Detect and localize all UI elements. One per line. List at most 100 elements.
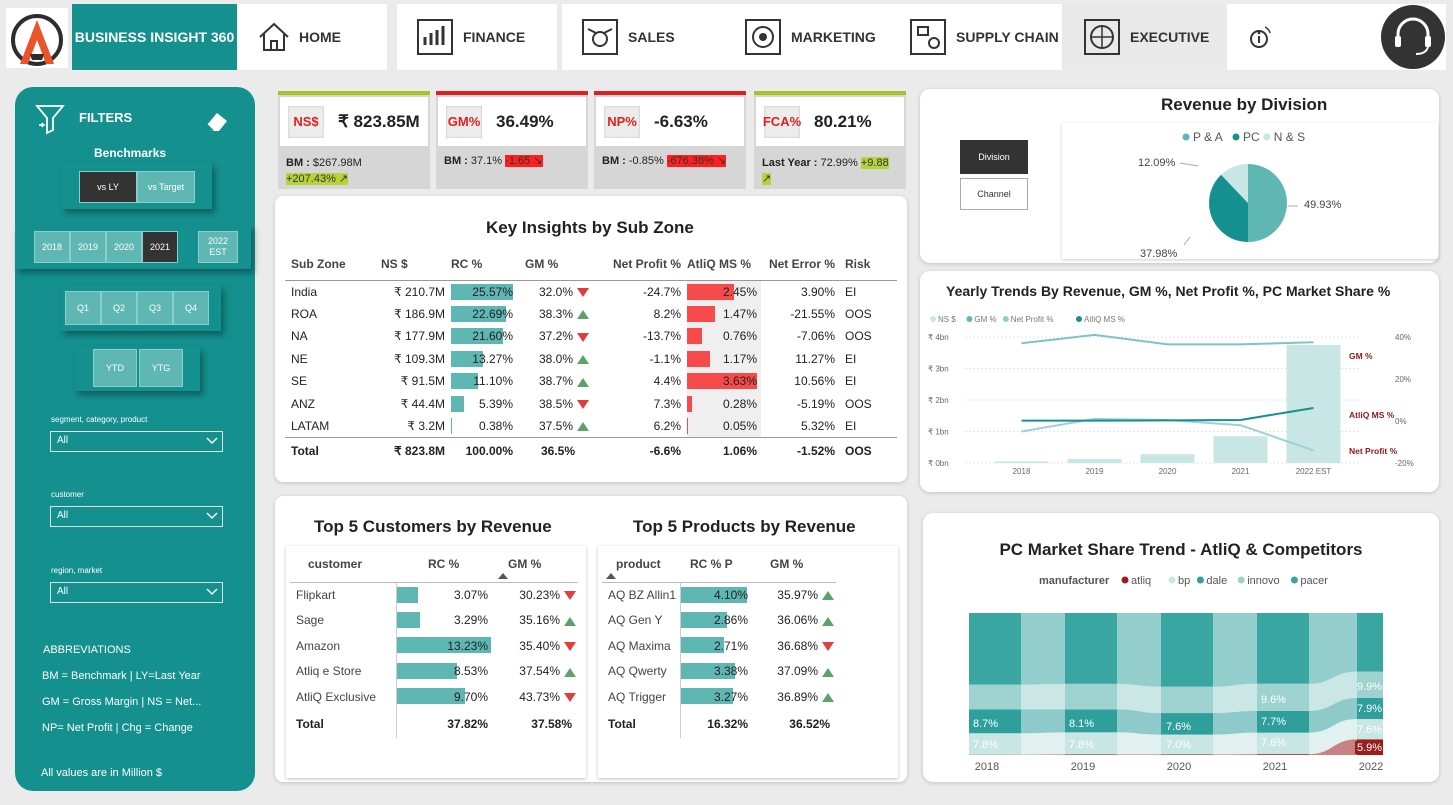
share-segment[interactable] bbox=[1161, 686, 1213, 714]
revenue-bar[interactable] bbox=[1067, 458, 1122, 463]
logo bbox=[6, 8, 68, 68]
table-row[interactable]: NE ₹ 109.3M 13.27% 38.0% -1.1% 1.17% 11.… bbox=[285, 347, 897, 370]
trend-legend: NS $ GM % Net Profit % AtliQ MS % bbox=[930, 315, 1125, 324]
table-row[interactable]: LATAM ₹ 3.2M 0.38% 37.5% 6.2% 0.05% 5.32… bbox=[285, 415, 897, 438]
year-2021[interactable]: 2021 bbox=[142, 231, 178, 263]
kpi-card-np: NP% -6.63% BM : -0.85% -676.38% ↘ bbox=[594, 91, 746, 189]
region-filter-dropdown[interactable]: All bbox=[50, 582, 223, 603]
share-segment[interactable] bbox=[1357, 613, 1383, 672]
nav-home[interactable]: HOME bbox=[237, 4, 387, 70]
revenue-bar[interactable] bbox=[994, 461, 1049, 463]
customer-filter-dropdown[interactable]: All bbox=[50, 506, 223, 527]
filters-label: FILTERS bbox=[79, 110, 133, 125]
col-header[interactable]: Risk bbox=[841, 248, 897, 280]
table-row[interactable]: AQ Qwerty 3.38% 37.09% bbox=[602, 658, 836, 684]
year-2019[interactable]: 2019 bbox=[70, 231, 106, 263]
revenue-division-title: Revenue by Division bbox=[1161, 95, 1328, 114]
table-row[interactable]: Atliq e Store 8.53% 37.54% bbox=[290, 658, 578, 684]
table-row[interactable]: ANZ ₹ 44.4M 5.39% 38.5% 7.3% 0.28% -5.19… bbox=[285, 392, 897, 415]
table-cell: 1.47% bbox=[687, 302, 761, 325]
share-segment[interactable] bbox=[1065, 613, 1117, 684]
sort-ascending-icon[interactable] bbox=[498, 573, 508, 579]
table-row[interactable]: Flipkart 3.07% 30.23% bbox=[290, 581, 578, 608]
table-row[interactable]: AQ Gen Y 2.86% 36.06% bbox=[602, 607, 836, 633]
col-header[interactable]: RC % bbox=[451, 248, 517, 280]
col-header[interactable]: Sub Zone bbox=[285, 248, 371, 280]
bench-vs-target[interactable]: vs Target bbox=[137, 171, 195, 203]
ytd-button[interactable]: YTD bbox=[93, 349, 137, 387]
table-cell: Total bbox=[285, 437, 371, 464]
col-header[interactable]: Net Profit % bbox=[597, 248, 687, 280]
share-segment[interactable] bbox=[969, 613, 1021, 685]
col-header[interactable]: GM % bbox=[517, 248, 597, 280]
col-header[interactable]: AtliQ MS % bbox=[687, 248, 761, 280]
revenue-bar[interactable] bbox=[1213, 436, 1268, 463]
division-toggle[interactable]: Division bbox=[960, 140, 1028, 174]
quarter-q2[interactable]: Q2 bbox=[101, 291, 137, 325]
legend-dot bbox=[1290, 576, 1298, 584]
table-row[interactable]: AtliQ Exclusive 9.70% 43.73% bbox=[290, 684, 578, 710]
legend-label: innovo bbox=[1247, 575, 1279, 587]
revenue-bar[interactable] bbox=[1286, 344, 1341, 463]
share-segment[interactable] bbox=[1161, 754, 1213, 755]
year-2020[interactable]: 2020 bbox=[106, 231, 142, 263]
marketing-icon bbox=[745, 19, 781, 55]
share-segment[interactable] bbox=[1257, 754, 1309, 755]
col-header[interactable]: product bbox=[602, 546, 680, 582]
table-row[interactable]: Amazon 13.23% 35.40% bbox=[290, 633, 578, 659]
bench-vs-ly[interactable]: vs LY bbox=[79, 171, 137, 203]
quarter-q1[interactable]: Q1 bbox=[65, 291, 101, 325]
x-tick-label: 2018 bbox=[975, 761, 999, 773]
table-row[interactable]: India ₹ 210.7M 25.57% 32.0% -24.7% 2.45%… bbox=[285, 279, 897, 303]
nav-executive[interactable]: EXECUTIVE bbox=[1062, 4, 1227, 70]
table-cell: -6.6% bbox=[597, 437, 687, 464]
share-label: 5.9% bbox=[1357, 742, 1382, 754]
trend-line[interactable] bbox=[1021, 333, 1314, 346]
legend-label: atliq bbox=[1131, 575, 1151, 587]
share-segment[interactable] bbox=[969, 684, 1021, 710]
table-row[interactable]: AQ Maxima 2.71% 36.68% bbox=[602, 633, 836, 659]
rc-bar bbox=[451, 418, 452, 434]
table-row[interactable]: ROA ₹ 186.9M 22.69% 38.3% 8.2% 1.47% -21… bbox=[285, 302, 897, 326]
col-header[interactable]: RC % P bbox=[680, 546, 752, 582]
trend-line[interactable] bbox=[1021, 417, 1314, 452]
quarter-q4[interactable]: Q4 bbox=[173, 291, 209, 325]
share-segment[interactable] bbox=[1065, 754, 1117, 755]
nav-marketing[interactable]: MARKETING bbox=[727, 4, 892, 70]
col-header[interactable]: NS $ bbox=[371, 248, 451, 280]
revenue-bar[interactable] bbox=[1140, 454, 1195, 463]
segment-filter-dropdown[interactable]: All bbox=[50, 431, 223, 452]
col-header[interactable]: GM % bbox=[752, 546, 836, 582]
channel-toggle[interactable]: Channel bbox=[960, 178, 1028, 210]
ytg-button[interactable]: YTG bbox=[139, 349, 183, 387]
line-label: GM % bbox=[1349, 351, 1373, 361]
eraser-clear-filters-icon[interactable] bbox=[203, 109, 231, 133]
table-cell: 1.17% bbox=[687, 347, 761, 370]
nav-finance[interactable]: FINANCE bbox=[397, 4, 557, 70]
kpi-change: +207.43% ↗ bbox=[286, 173, 349, 185]
table-row[interactable]: NA ₹ 177.9M 21.60% 37.2% -13.7% 0.76% -7… bbox=[285, 325, 897, 348]
col-header[interactable]: RC % bbox=[396, 546, 492, 582]
trend-line[interactable] bbox=[1021, 406, 1314, 422]
nav-supply-chain[interactable]: SUPPLY CHAIN bbox=[892, 4, 1062, 70]
table-row[interactable]: AQ Trigger 3.27% 36.89% bbox=[602, 684, 836, 710]
col-header[interactable]: customer bbox=[290, 546, 396, 582]
pie-slice[interactable] bbox=[1248, 164, 1287, 242]
support-button[interactable] bbox=[1380, 4, 1446, 70]
quarter-q3[interactable]: Q3 bbox=[137, 291, 173, 325]
share-segment[interactable] bbox=[1257, 613, 1309, 684]
table-row[interactable]: SE ₹ 91.5M 11.10% 38.7% 4.4% 3.63% 10.56… bbox=[285, 370, 897, 393]
nav-marketing-label: MARKETING bbox=[791, 29, 876, 45]
table-row[interactable]: AQ BZ Allin1 4.10% 35.97% bbox=[602, 581, 836, 608]
nav-sales[interactable]: SALES bbox=[562, 4, 727, 70]
year-2018[interactable]: 2018 bbox=[34, 231, 70, 263]
arrow-up-icon: ↗ bbox=[338, 173, 349, 185]
table-cell: 38.3% bbox=[517, 303, 597, 326]
legend-dot bbox=[1168, 576, 1176, 584]
info-button[interactable] bbox=[1227, 4, 1380, 70]
share-segment[interactable] bbox=[1161, 613, 1213, 687]
share-segment[interactable] bbox=[1065, 683, 1117, 710]
year-2022-est[interactable]: 2022 EST bbox=[198, 231, 238, 263]
col-header[interactable]: Net Error % bbox=[761, 248, 841, 280]
table-row[interactable]: Sage 3.29% 35.16% bbox=[290, 607, 578, 633]
